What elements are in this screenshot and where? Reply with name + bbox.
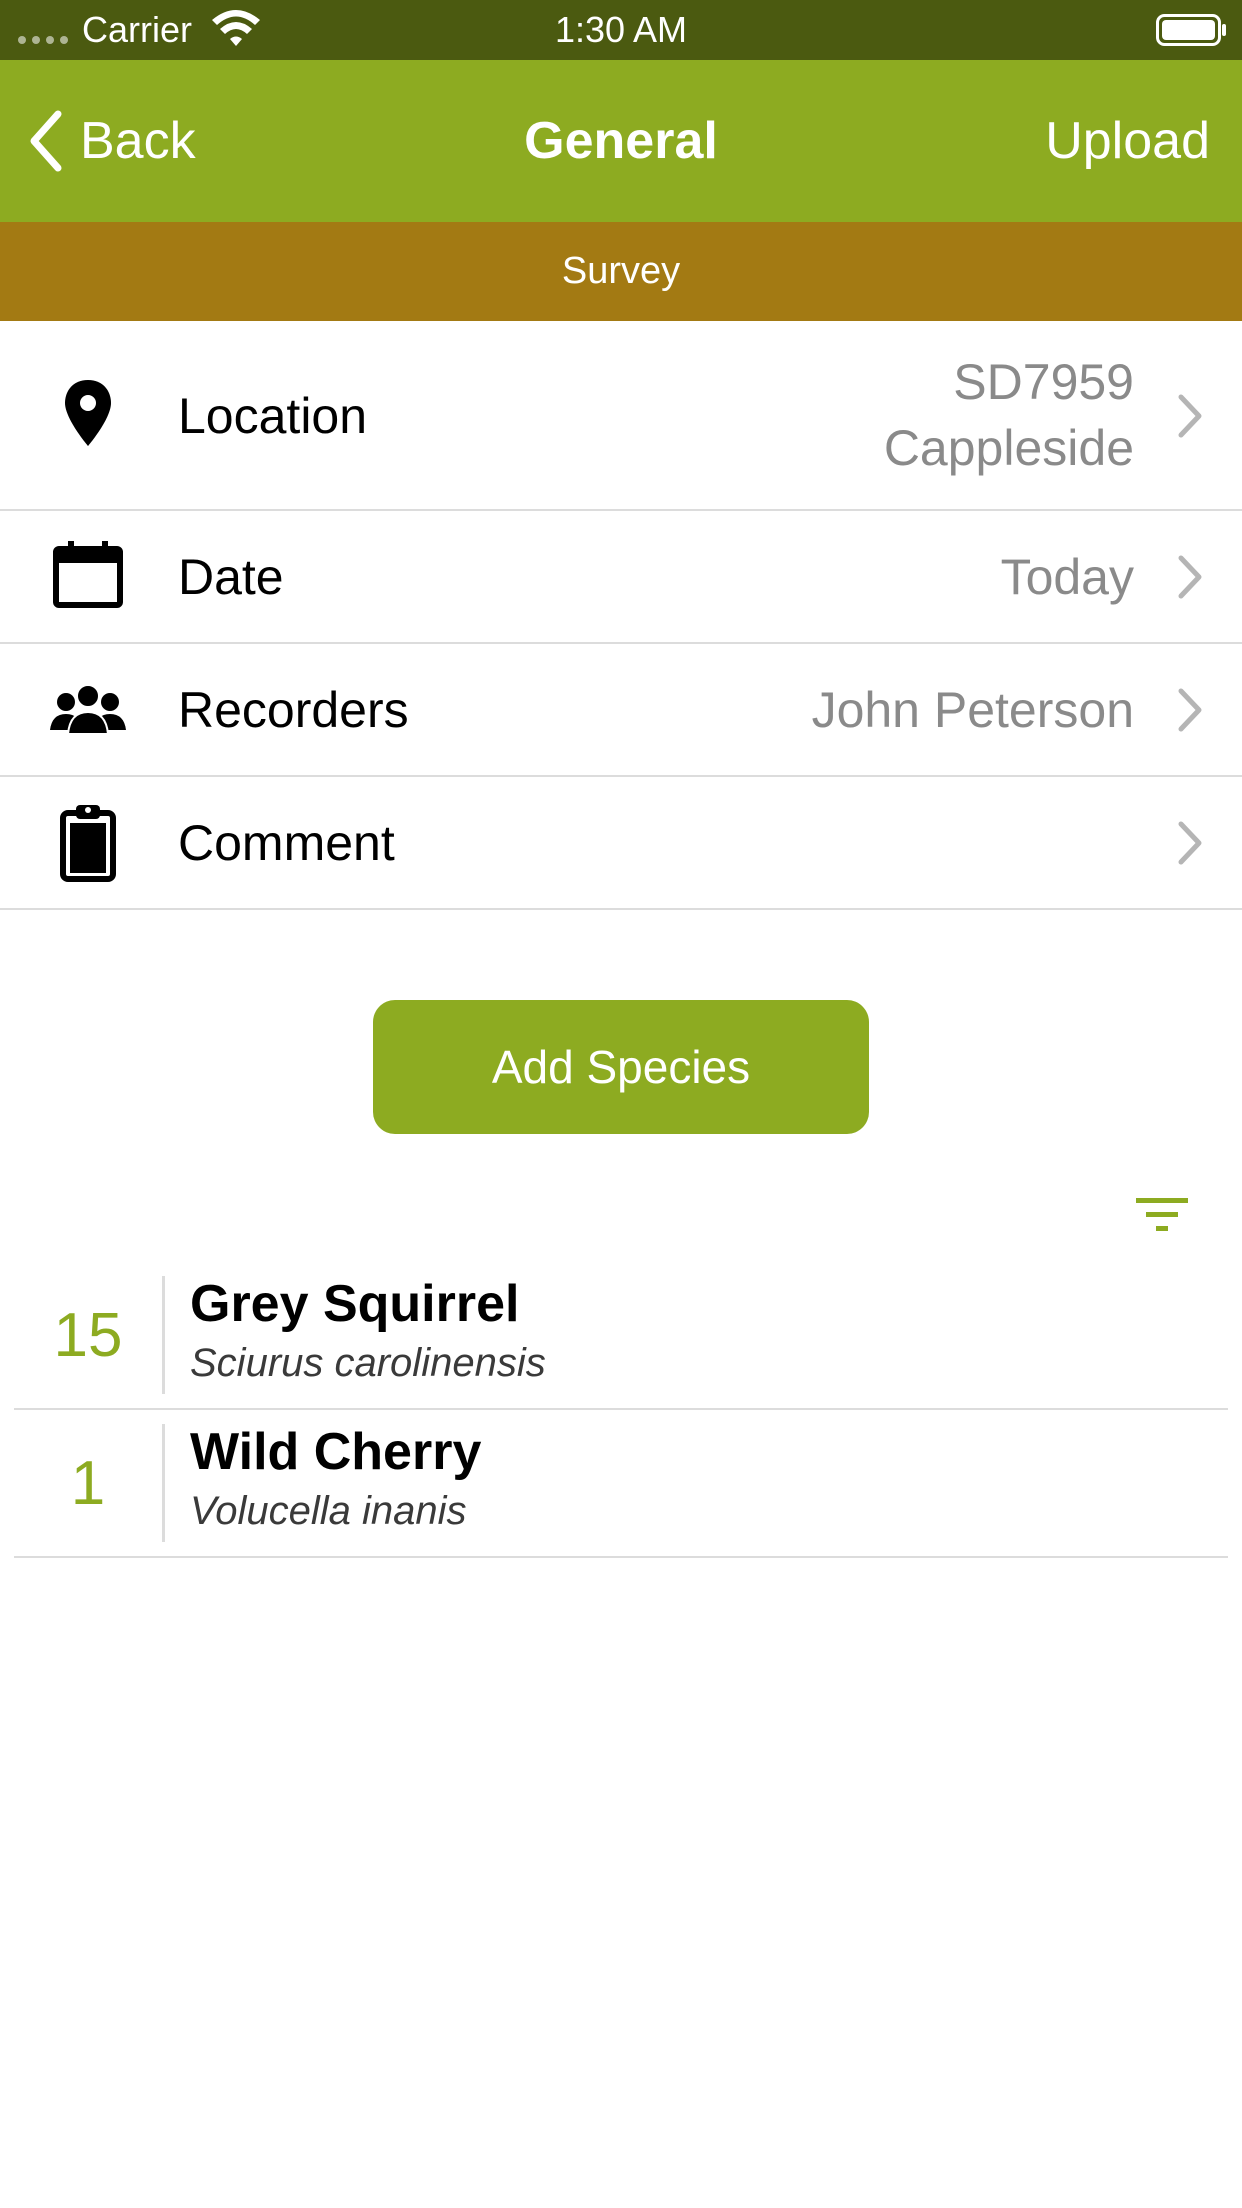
species-count: 1 [70,1449,106,1518]
navigation-bar: Back General Upload [0,60,1242,222]
location-value: SD7959 Cappleside [884,349,1134,481]
comment-row[interactable]: Comment [0,777,1242,910]
species-latin-name: Volucella inanis [190,1489,467,1533]
location-place-name: Cappleside [883,420,1134,476]
calendar-icon [53,541,123,608]
species-latin-name: Sciurus carolinensis [190,1341,546,1385]
species-list-item[interactable]: 15 Grey Squirrel Sciurus carolinensis [14,1262,1228,1410]
survey-banner: Survey [0,222,1242,321]
chevron-right-icon [1178,555,1202,599]
date-value: Today [1000,549,1134,605]
add-species-button[interactable]: Add Species [373,1000,869,1134]
location-row[interactable]: Location SD7959 Cappleside [0,321,1242,511]
battery-icon [1156,14,1226,46]
comment-label: Comment [178,815,395,871]
chevron-right-icon [1178,688,1202,732]
upload-button[interactable]: Upload [1045,108,1210,174]
species-count: 15 [53,1301,123,1370]
location-grid-ref: SD7959 [953,354,1134,410]
filter-icon[interactable] [1136,1196,1188,1234]
chevron-right-icon [1178,394,1202,438]
species-list-item[interactable]: 1 Wild Cherry Volucella inanis [14,1410,1228,1558]
map-marker-icon [65,380,111,446]
people-icon [50,684,126,735]
chevron-right-icon [1178,821,1202,865]
recorders-value: John Peterson [811,682,1134,738]
recorders-row[interactable]: Recorders John Peterson [0,644,1242,777]
status-time: 1:30 AM [554,9,688,50]
clipboard-icon [60,805,116,882]
recorders-label: Recorders [178,682,409,738]
species-common-name: Wild Cherry [190,1423,482,1481]
divider [162,1276,165,1394]
date-label: Date [178,549,284,605]
status-bar: Carrier 1:30 AM [0,0,1242,60]
location-label: Location [178,388,368,444]
date-row[interactable]: Date Today [0,511,1242,644]
divider [162,1424,165,1542]
species-common-name: Grey Squirrel [190,1275,520,1333]
